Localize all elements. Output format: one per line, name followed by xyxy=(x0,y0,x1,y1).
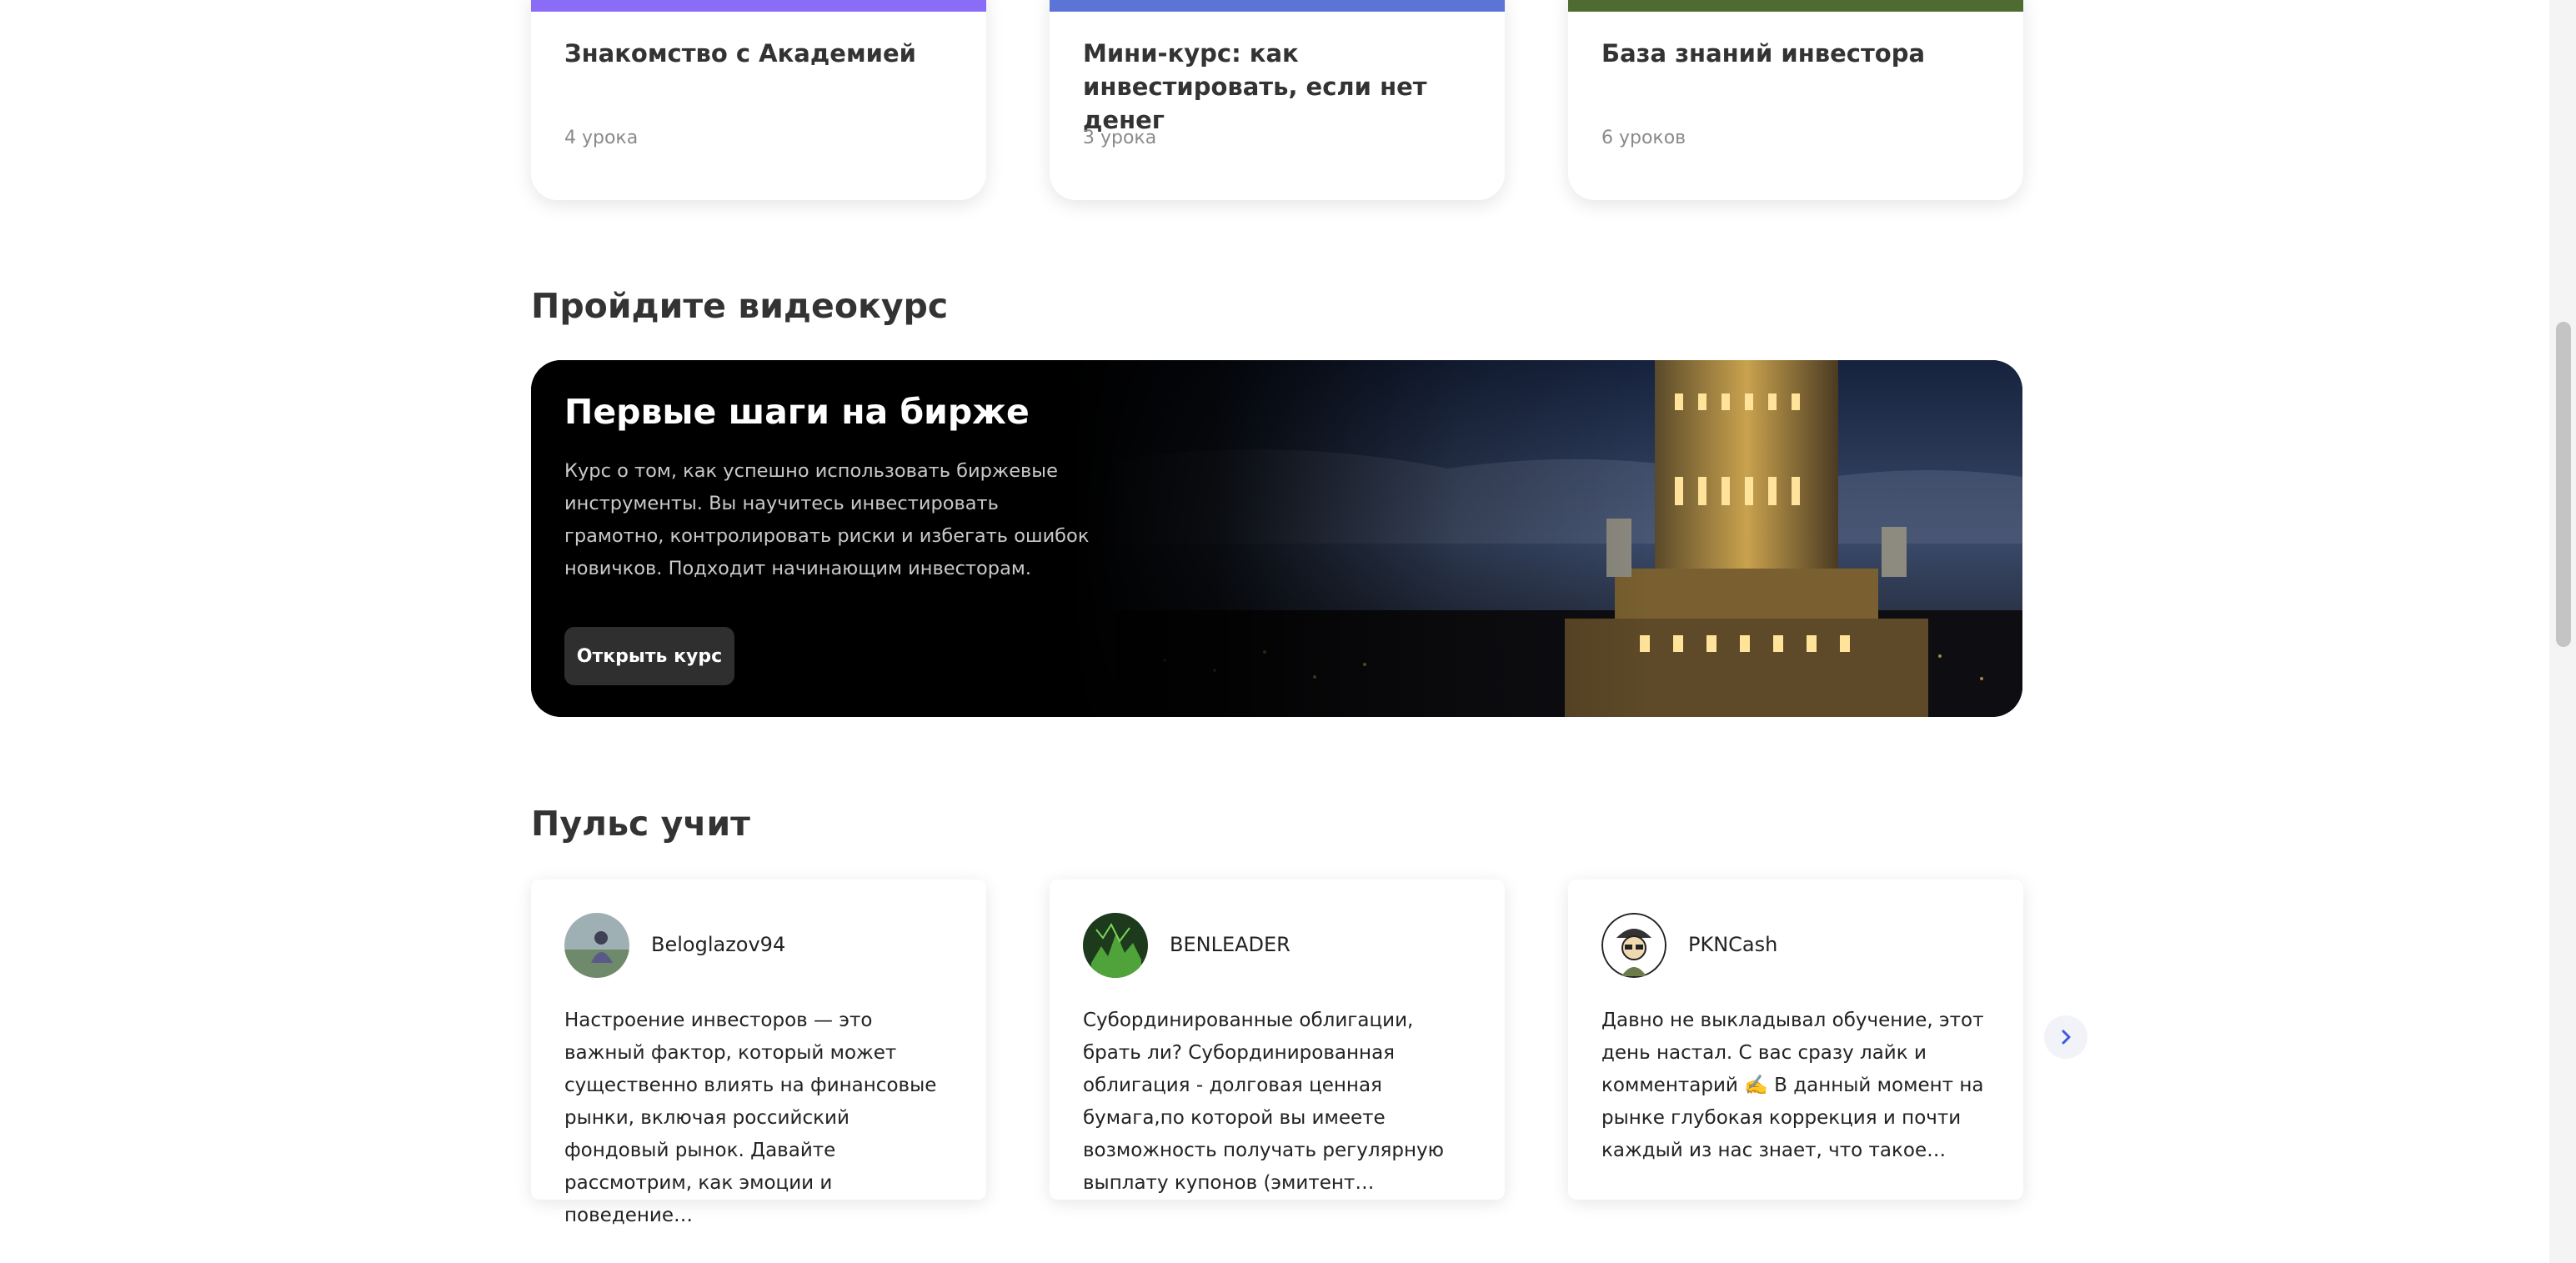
pulse-post-card[interactable]: Beloglazov94 Настроение инвесторов — это… xyxy=(531,880,986,1226)
post-text: Субординированные облигации, брать ли? С… xyxy=(1083,1010,1444,1194)
pulse-heading: Пульс учит xyxy=(531,804,750,844)
course-card-stripe xyxy=(531,0,986,12)
course-card-stripe xyxy=(1568,0,2023,12)
page: Знакомство с Академией 4 урока Мини-курс… xyxy=(0,0,2576,1263)
post-text: Настроение инвесторов — это важный факто… xyxy=(564,1010,937,1226)
video-course-banner[interactable]: Первые шаги на бирже Курс о том, как усп… xyxy=(531,360,2022,717)
banner-description: Курс о том, как успешно использовать бир… xyxy=(564,460,1090,579)
course-title: Мини-курс: как инвестировать, если нет д… xyxy=(1083,39,1427,134)
post-author[interactable]: BENLEADER xyxy=(1170,933,1291,956)
course-card-knowledge-base[interactable]: База знаний инвестора 6 уроков xyxy=(1568,0,2023,200)
open-course-button[interactable]: Открыть курс xyxy=(564,627,734,685)
pulse-post-card[interactable]: BENLEADER Субординированные облигации, б… xyxy=(1050,880,1505,1200)
course-card-academy[interactable]: Знакомство с Академией 4 урока xyxy=(531,0,986,200)
course-title: База знаний инвестора xyxy=(1601,39,1926,68)
scrollbar-thumb[interactable] xyxy=(2556,322,2571,647)
banner-title: Первые шаги на бирже xyxy=(564,392,1030,432)
avatar[interactable] xyxy=(564,913,629,978)
course-lessons-count: 4 урока xyxy=(564,128,639,148)
course-lessons-count: 6 уроков xyxy=(1601,128,1686,148)
pulse-post-card[interactable]: PKNCash Давно не выкладывал обучение, эт… xyxy=(1568,880,2023,1200)
post-text: Давно не выкладывал обучение, этот день … xyxy=(1601,1010,1984,1161)
course-card-stripe xyxy=(1050,0,1505,12)
video-course-heading: Пройдите видеокурс xyxy=(531,286,949,326)
post-author[interactable]: PKNCash xyxy=(1688,933,1777,956)
carousel-next-button[interactable] xyxy=(2044,1015,2087,1059)
avatar[interactable] xyxy=(1601,913,1666,978)
avatar[interactable] xyxy=(1083,913,1148,978)
course-lessons-count: 3 урока xyxy=(1083,128,1157,148)
course-card-mini-course[interactable]: Мини-курс: как инвестировать, если нет д… xyxy=(1050,0,1505,200)
course-title: Знакомство с Академией xyxy=(564,39,916,68)
chevron-right-icon xyxy=(2062,1030,2071,1045)
post-author[interactable]: Beloglazov94 xyxy=(651,933,785,956)
